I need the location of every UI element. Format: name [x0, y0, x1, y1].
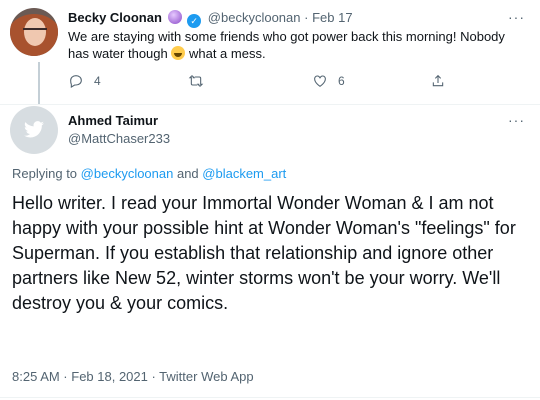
author-handle[interactable]: @MattChaser233 — [68, 131, 170, 146]
avatar[interactable] — [10, 106, 58, 154]
avatar[interactable] — [10, 8, 58, 56]
verified-badge-icon: ✓ — [187, 14, 202, 28]
face-with-tears-of-joy-emoji-icon — [171, 46, 186, 60]
divider — [0, 397, 540, 398]
reply-button[interactable]: 4 — [68, 72, 101, 90]
tweet-actions: 4 6 — [68, 72, 468, 90]
author-name[interactable]: Ahmed Taimur — [68, 113, 158, 128]
author-handle[interactable]: @beckycloonan — [208, 10, 301, 25]
separator-dot: · — [304, 10, 309, 25]
mention-link[interactable]: @blackem_art — [202, 166, 286, 181]
replying-prefix: Replying to — [12, 166, 81, 181]
tweet-timestamp[interactable]: 8:25 AM · Feb 18, 2021 · Twitter Web App — [12, 369, 254, 384]
tweet-date[interactable]: Feb 17 — [312, 10, 352, 25]
author-name[interactable]: Becky Cloonan — [68, 10, 162, 25]
tweet-text-part-1: We are staying with some friends who got… — [68, 29, 505, 61]
divider — [0, 104, 540, 105]
mention-link[interactable]: @beckycloonan — [81, 166, 174, 181]
like-icon — [314, 75, 326, 87]
reply-icon — [70, 75, 82, 88]
tweet-header: Becky Cloonan ✓ @beckycloonan · Feb 17 — [68, 10, 353, 28]
tweet-text: We are staying with some friends who got… — [68, 28, 528, 62]
more-icon[interactable]: ··· — [508, 10, 525, 24]
twitter-bird-icon — [24, 121, 44, 138]
tweet-text: Hello writer. I read your Immortal Wonde… — [12, 193, 516, 313]
retweet-icon — [188, 75, 204, 87]
reply-count: 4 — [94, 74, 101, 88]
retweet-button[interactable] — [188, 72, 204, 90]
replying-to: Replying to @beckycloonan and @blackem_a… — [12, 166, 286, 181]
tweet-text-part-2: what a mess. — [185, 46, 266, 61]
share-icon — [432, 74, 444, 87]
more-icon[interactable]: ··· — [508, 113, 525, 127]
parent-tweet[interactable]: Becky Cloonan ✓ @beckycloonan · Feb 17 ·… — [0, 0, 540, 104]
share-button[interactable] — [430, 72, 446, 90]
like-button[interactable]: 6 — [312, 72, 345, 90]
and-text: and — [173, 166, 203, 181]
like-count: 6 — [338, 74, 345, 88]
thread-connector-line — [38, 62, 40, 104]
crystal-ball-emoji-icon — [167, 10, 182, 24]
